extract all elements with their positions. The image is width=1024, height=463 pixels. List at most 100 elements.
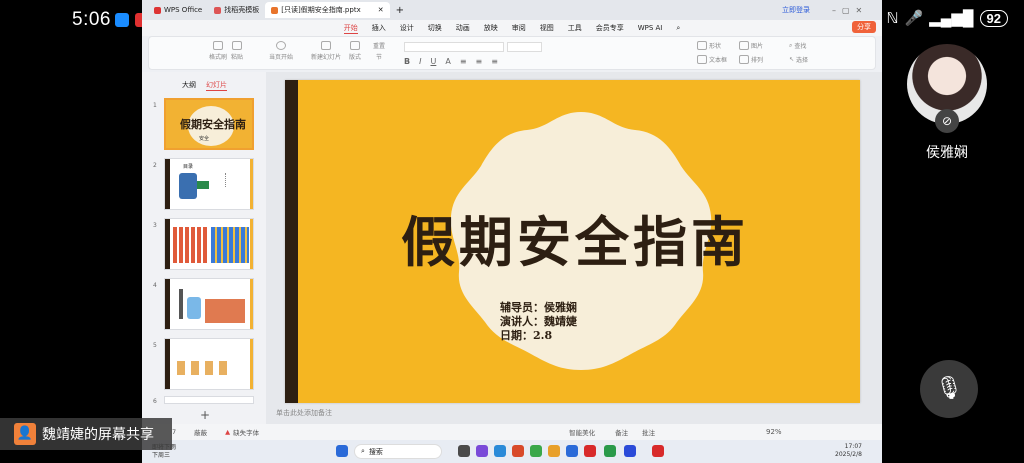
italic-icon[interactable]: I xyxy=(419,57,421,66)
slide-info[interactable]: 辅导员：侯雅娴 演讲人：魏靖婕 日期：2.8 xyxy=(500,301,577,343)
align-center-icon[interactable]: ≡ xyxy=(476,57,483,66)
docer-icon xyxy=(214,6,222,14)
tab-member[interactable]: 会员专享 xyxy=(596,23,624,33)
tab-insert[interactable]: 插入 xyxy=(372,23,386,33)
tab-document[interactable]: [只读]假期安全指南.pptx ✕ xyxy=(265,2,390,18)
app-status-bar: 7 蔽蔽 ▲ 缺失字体 智能美化 备注 批注 92% xyxy=(142,424,882,440)
reset-button[interactable]: 重置节 xyxy=(373,41,385,61)
share-button[interactable]: 分享 xyxy=(852,21,876,33)
slide-thumbnail-5[interactable] xyxy=(164,338,254,390)
slide-thumbnail-2[interactable]: 目录 xyxy=(164,158,254,210)
app-icon[interactable] xyxy=(624,445,636,457)
status-icons: ℕ 🎤 ▂▄▆█ 92 xyxy=(887,9,1008,27)
slide-thumbnail-6[interactable] xyxy=(164,396,254,404)
tab-animation[interactable]: 动画 xyxy=(456,23,470,33)
slide-thumbnail-1[interactable]: 假期安全指南 安全 xyxy=(164,98,254,150)
counselor-line: 辅导员：侯雅娴 xyxy=(500,301,577,314)
comments-toggle[interactable]: 批注 xyxy=(642,427,655,437)
new-slide-button[interactable]: 新建幻灯片 xyxy=(311,41,341,61)
textbox-icon xyxy=(697,55,707,64)
play-current-button[interactable]: 当页开始 xyxy=(269,41,293,61)
app-icon[interactable] xyxy=(566,445,578,457)
paste-button[interactable]: 粘贴 xyxy=(231,41,243,61)
thumb-list xyxy=(225,173,241,187)
app-icon[interactable] xyxy=(548,445,560,457)
notes-toggle[interactable]: 备注 xyxy=(615,427,628,437)
shape-button[interactable]: 形状 xyxy=(697,41,721,50)
search-icon: ⌕ xyxy=(789,41,793,49)
slide-title[interactable]: 假期安全指南 xyxy=(385,198,765,277)
tab-design[interactable]: 设计 xyxy=(400,23,414,33)
wechat-icon[interactable] xyxy=(604,445,616,457)
tab-review[interactable]: 审阅 xyxy=(512,23,526,33)
login-link[interactable]: 立即登录 xyxy=(782,5,810,15)
format-row: B I U A ≡ ≡ ≡ xyxy=(404,57,498,66)
slide-thumbnail-3[interactable] xyxy=(164,218,254,270)
tab-tools[interactable]: 工具 xyxy=(568,23,582,33)
app-icon[interactable] xyxy=(584,445,596,457)
select-button[interactable]: ↖ 选择 xyxy=(789,55,808,64)
add-slide-icon[interactable]: + xyxy=(200,408,210,422)
search-icon: ⌕ xyxy=(361,447,365,455)
windows-start-icon[interactable] xyxy=(336,445,348,457)
textbox-button[interactable]: 文本框 xyxy=(697,55,727,64)
align-left-icon[interactable]: ≡ xyxy=(460,57,467,66)
close-icon[interactable]: ✕ xyxy=(378,6,384,14)
font-color-icon[interactable]: A xyxy=(445,57,450,66)
mic-off-icon: 🎙 xyxy=(935,376,963,401)
app-icon[interactable] xyxy=(530,445,542,457)
ribbon-tab-bar: 开始 插入 设计 切换 动画 放映 审阅 视图 工具 会员专享 WPS AI ⌕ xyxy=(142,20,882,36)
format-painter-button[interactable]: 格式刷 xyxy=(209,41,227,61)
tab-transition[interactable]: 切换 xyxy=(428,23,442,33)
shared-screen: WPS Office 找稻壳模板 [只读]假期安全指南.pptx ✕ + 立即登… xyxy=(142,0,882,463)
theme-name[interactable]: 蔽蔽 xyxy=(194,427,207,437)
bold-icon[interactable]: B xyxy=(404,57,410,66)
missing-font[interactable]: 缺失字体 xyxy=(233,427,259,437)
wps-taskbar-icon[interactable] xyxy=(652,445,664,457)
slide-number: 4 xyxy=(153,282,157,289)
screen-share-indicator[interactable]: 👤 魏靖婕的屏幕共享 xyxy=(0,418,172,450)
app-icon[interactable] xyxy=(458,445,470,457)
tab-outline[interactable]: 大纲 xyxy=(182,80,196,91)
thumb-image xyxy=(173,227,209,263)
smart-beautify[interactable]: 智能美化 xyxy=(569,427,595,437)
zoom-level[interactable]: 92% xyxy=(766,428,782,436)
slide-thumbnail-4[interactable] xyxy=(164,278,254,330)
align-right-icon[interactable]: ≡ xyxy=(491,57,498,66)
new-tab-icon[interactable]: + xyxy=(396,5,404,16)
layout-button[interactable]: 版式 xyxy=(349,41,361,61)
battery-indicator: 92 xyxy=(979,9,1008,27)
tab-slideshow[interactable]: 放映 xyxy=(484,23,498,33)
font-size-select[interactable] xyxy=(507,42,542,52)
slide-number: 1 xyxy=(153,102,157,109)
thumb-title: 假期安全指南 xyxy=(180,118,246,131)
notes-placeholder[interactable]: 单击此处添加备注 xyxy=(276,408,332,418)
tab-template[interactable]: 找稻壳模板 xyxy=(208,2,265,18)
tab-wps-ai[interactable]: WPS AI xyxy=(638,24,663,32)
page-indicator: 7 xyxy=(172,428,177,436)
tab-slides[interactable]: 幻灯片 xyxy=(206,80,227,91)
wps-tab-bar: WPS Office 找稻壳模板 [只读]假期安全指南.pptx ✕ + 立即登… xyxy=(142,0,882,20)
app-icon[interactable] xyxy=(494,445,506,457)
tab-home[interactable]: 开始 xyxy=(343,23,358,34)
mic-toggle-button[interactable]: 🎙 xyxy=(920,360,978,418)
system-clock[interactable]: 17:07 2025/2/8 xyxy=(835,443,862,459)
picture-button[interactable]: 图片 xyxy=(739,41,763,50)
slide-thumbnail-panel: 大纲 幻灯片 1 假期安全指南 安全 2 目录 3 4 5 6 + xyxy=(142,72,266,424)
play-icon xyxy=(276,41,286,50)
app-icon[interactable] xyxy=(512,445,524,457)
font-family-select[interactable] xyxy=(404,42,504,52)
warning-icon: ▲ xyxy=(225,428,231,436)
search-icon[interactable]: ⌕ xyxy=(676,24,680,33)
window-controls[interactable]: –▢✕ xyxy=(832,6,868,15)
taskbar-search[interactable]: ⌕ 搜索 xyxy=(354,444,442,459)
thumb-figure xyxy=(187,297,201,319)
underline-icon[interactable]: U xyxy=(430,57,436,66)
find-button[interactable]: ⌕ 查找 xyxy=(789,41,806,51)
app-icon[interactable] xyxy=(476,445,488,457)
arrange-button[interactable]: 排列 xyxy=(739,55,763,64)
tab-wps-office[interactable]: WPS Office xyxy=(148,2,208,18)
thumb-sign xyxy=(197,181,209,189)
tab-view[interactable]: 视图 xyxy=(540,23,554,33)
current-slide[interactable]: 假期安全指南 辅导员：侯雅娴 演讲人：魏靖婕 日期：2.8 xyxy=(285,80,860,403)
